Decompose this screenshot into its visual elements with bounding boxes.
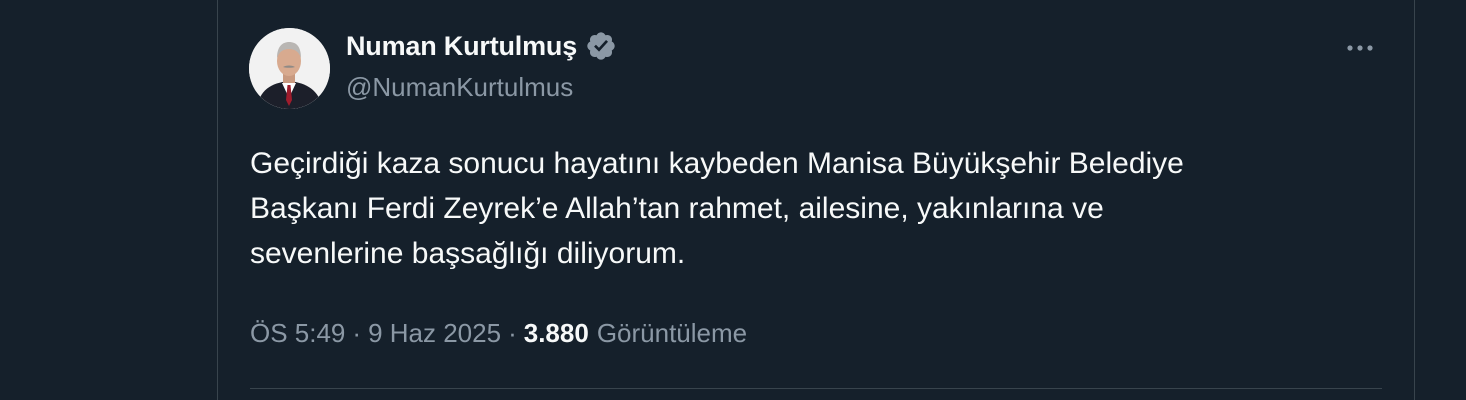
more-options-button[interactable] — [1342, 36, 1378, 60]
avatar[interactable] — [249, 28, 330, 109]
meta-separator: · — [508, 318, 517, 348]
tweet-detail-view: Numan Kurtulmuş @NumanKurtulmus Geçirdiğ… — [0, 0, 1466, 400]
tweet-text: Geçirdiği kaza sonucu hayatını kaybeden … — [250, 141, 1370, 276]
more-options-icon — [1347, 45, 1373, 51]
tweet-meta: ÖS 5:49 · 9 Haz 2025 · 3.880 Görüntüleme — [250, 318, 747, 349]
views-label[interactable]: Görüntüleme — [597, 318, 747, 349]
tweet-text-line: sevenlerine başsağlığı diliyorum. — [250, 237, 686, 270]
tweet-date[interactable]: 9 Haz 2025 — [368, 318, 501, 349]
column-border-right — [1414, 0, 1415, 400]
views-count[interactable]: 3.880 — [524, 318, 589, 349]
column-border-left — [217, 0, 218, 400]
tweet-text-line: Başkanı Ferdi Zeyrek’e Allah’tan rahmet,… — [250, 192, 1104, 225]
meta-separator: · — [352, 318, 362, 348]
verified-badge-icon[interactable] — [585, 30, 617, 62]
author-display-name[interactable]: Numan Kurtulmuş — [346, 31, 577, 62]
tweet-text-line: Geçirdiği kaza sonucu hayatını kaybeden … — [250, 147, 1184, 180]
tweet-time[interactable]: ÖS 5:49 — [250, 318, 345, 349]
divider — [250, 388, 1382, 389]
author-handle[interactable]: @NumanKurtulmus — [346, 72, 573, 103]
author-display-name-row[interactable]: Numan Kurtulmuş — [346, 30, 617, 62]
